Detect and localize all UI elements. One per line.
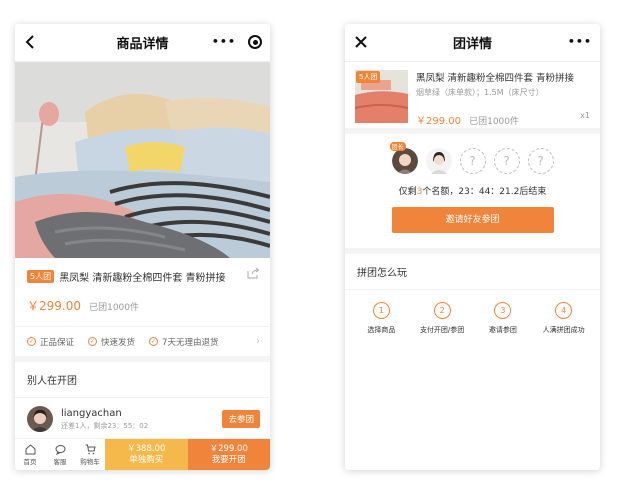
page-title: 团详情 [452,37,492,52]
leader-badge: 团长 [389,142,406,151]
group-remaining: 还差1人，剩余23：55：02 [61,421,149,430]
group-list-item: liangyachan 还差1人，剩余23：55：02 去参团 [15,398,270,440]
product-image [15,62,270,258]
empty-slot: ? [459,148,486,174]
close-miniprogram-icon[interactable] [248,35,262,49]
order-price: ￥299.00 [416,116,461,127]
step-item: 3 邀请参团 [473,302,533,335]
product-title: 黑凤梨 清新趣粉全棉四件套 青粉拼接 [59,273,226,284]
home-icon [25,443,35,454]
guarantee-item: ✓ 正品保证 [27,337,75,348]
member-avatar [425,148,452,174]
step-number: 3 [494,302,512,319]
buy-alone-price: ￥388.00 [127,443,166,454]
group-status: 团长 ? ? ? 仅剩3个名额，23：44：21.2后结束 邀请好友参团 [345,134,600,248]
step-number: 4 [555,302,573,319]
group-size-badge: 5人团 [356,71,381,83]
group-size-badge: 5人团 [27,270,55,283]
open-group-label: 我要开团 [211,454,246,465]
sold-count: 已团1000件 [89,303,139,313]
more-icon[interactable]: ••• [212,34,236,50]
cart-icon [85,444,96,454]
open-group-price: ￥299.00 [209,443,248,454]
group-leader-name: liangyachan [61,407,122,419]
product-info: 5人团 黑凤梨 清新趣粉全棉四件套 青粉拼接 ￥299.00 已团1000件 [15,258,270,320]
step-label: 邀请参团 [488,326,517,334]
buy-alone-label: 单独购买 [129,454,164,465]
nav-bar: 商品详情 ••• [15,24,270,62]
invite-friends-button[interactable]: 邀请好友参团 [391,207,554,233]
step-label: 人满拼团成功 [542,326,585,334]
nav-bar: 团详情 ••• [345,24,600,62]
service-guarantees[interactable]: ✓ 正品保证 ✓ 快速发货 ✓ 7天无理由退货 › [15,326,270,356]
open-group-button[interactable]: ￥299.00 我要开团 [187,439,270,470]
buy-alone-button[interactable]: ￥388.00 单独购买 [105,439,188,470]
order-spec: 烟草绿（床单款）；1.5M（床尺寸） [416,88,544,97]
check-icon: ✓ [149,337,159,346]
capsule-menu: ••• [568,34,592,50]
bottom-action-bar: 首页 客服 购物车 ￥388.00 单独购买 ￥299.00 我要开团 [15,438,270,470]
chevron-right-icon[interactable]: › [256,336,260,347]
product-price: ￥299.00 [27,299,81,313]
empty-slot: ? [493,148,520,174]
sold-count: 已团1000件 [469,117,519,127]
member-avatar-leader: 团长 [389,142,418,174]
product-detail-screen: 商品详情 ••• 5人团 黑凤梨 清新趣粉全棉四件套 青粉拼接 ￥299.00 … [15,24,270,470]
more-icon[interactable]: ••• [568,34,592,50]
page-title: 商品详情 [116,37,169,52]
step-number: 1 [372,302,390,319]
tab-label: 购物车 [80,457,100,466]
group-members: 团长 ? ? ? [345,134,600,174]
how-to-play-title: 拼团怎么玩 [345,254,600,290]
join-group-button[interactable]: 去参团 [222,410,260,428]
step-label: 选择商品 [367,326,396,334]
close-icon[interactable] [353,34,369,50]
tab-label: 客服 [53,457,67,466]
countdown-text: 仅剩3个名额，23：44：21.2后结束 [398,187,547,197]
avatar [27,406,53,432]
step-number: 2 [433,302,451,319]
back-icon[interactable] [23,34,39,50]
tab-service[interactable]: 客服 [45,439,75,470]
guarantee-item: ✓ 7天无理由退货 [149,337,219,348]
step-item: 2 支付开团/参团 [412,302,472,335]
tab-cart[interactable]: 购物车 [75,439,105,470]
chat-icon [55,444,65,455]
check-icon: ✓ [27,337,36,346]
tab-home[interactable]: 首页 [15,439,45,470]
others-groups-title: 别人在开团 [15,362,270,398]
empty-slot: ? [527,148,554,174]
step-item: 1 选择商品 [351,302,411,335]
order-item[interactable]: 5人团 黑凤梨 清新趣粉全棉四件套 青粉拼接 烟草绿（床单款）；1.5M（床尺寸… [345,62,600,128]
order-thumbnail: 5人团 [355,70,408,123]
order-quantity: x1 [580,111,590,120]
group-detail-screen: 团详情 ••• 5人团 黑凤梨 清新趣粉全棉四件套 青粉拼接 烟草绿（床单款）；… [345,24,600,470]
check-icon: ✓ [88,337,98,346]
step-item: 4 人满拼团成功 [534,302,594,335]
tab-label: 首页 [23,457,37,466]
guarantee-item: ✓ 快速发货 [88,337,136,348]
step-label: 支付开团/参团 [419,326,465,334]
how-to-play-steps: 1 选择商品 2 支付开团/参团 3 邀请参团 4 人满拼团成功 [345,290,600,335]
share-icon[interactable] [247,267,260,279]
capsule-menu: ••• [212,34,262,50]
order-title: 黑凤梨 清新趣粉全棉四件套 青粉拼接 [416,73,575,84]
